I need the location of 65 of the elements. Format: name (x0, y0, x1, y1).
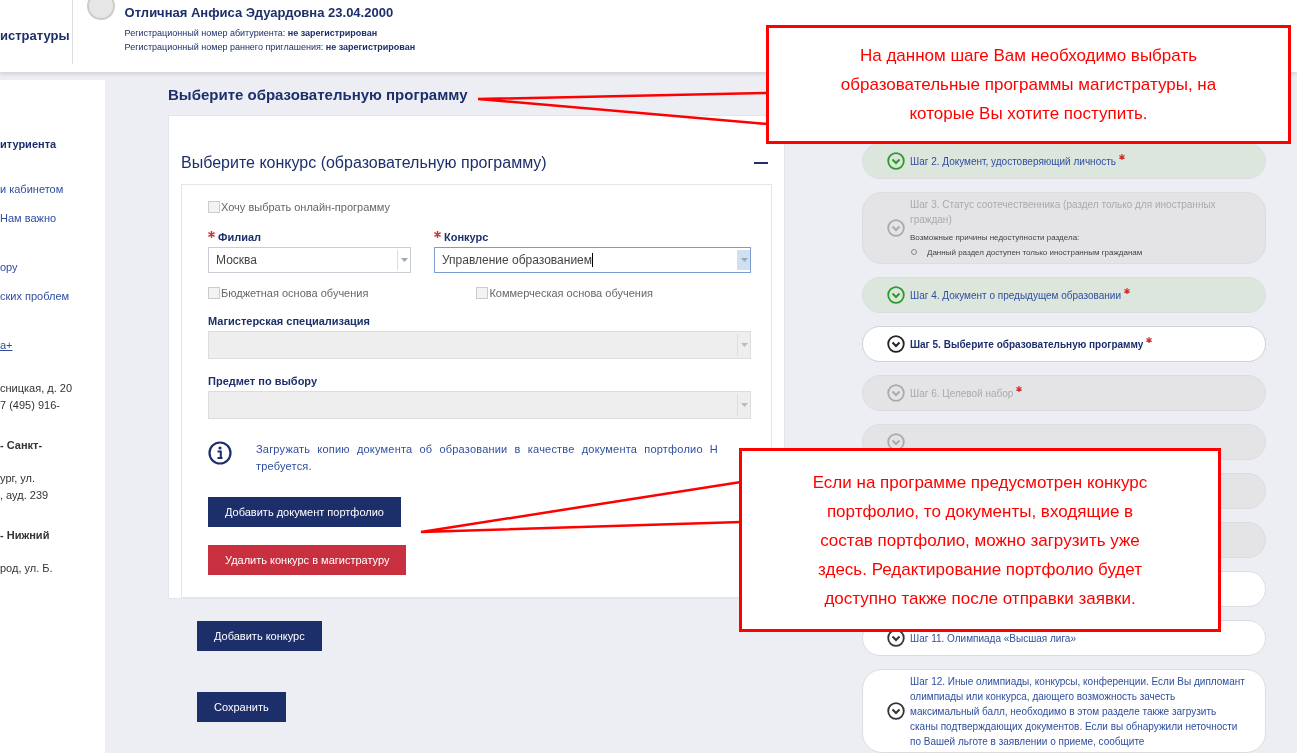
field-label: Филиал (218, 231, 261, 243)
step-label: Шаг 4. Документ о предыдущем образовании (910, 289, 1122, 301)
checkbox-label: Коммерческая основа обучения (489, 287, 653, 299)
dropdown-arrow-icon (400, 258, 408, 262)
checkbox[interactable] (208, 287, 220, 299)
field-label: Предмет по выбору (208, 375, 319, 387)
sidebar-text: , ауд. 239 (0, 492, 50, 499)
callout-tooltip: Если на программе предусмотрен конкурс портфолио, то документы, входящие в состав портфолио, можно загрузить уже здесь. Редактирование портфолио будет доступно также после отправки заявки. (739, 448, 1221, 632)
sidebar-link[interactable]: ских проблем (0, 287, 105, 306)
registration-line: Регистрационный номер раннего приглашения: не зарегистрирован (124, 41, 416, 54)
step-item[interactable] (862, 669, 1266, 753)
select-field[interactable] (208, 331, 751, 359)
checkbox-label: Бюджетная основа обучения (221, 287, 369, 299)
step-item[interactable]: Шаг 2. Документ, удостоверяющий личность (862, 143, 1266, 179)
checkbox[interactable] (208, 201, 220, 213)
step-label: Шаг 12. Иные олимпиады, конкурсы, конференции. Если Вы дипломант олимпиады или конкурса, дающего возможность зачесть максимальный балл, необходимо в этом разделе также загрузить сканы подтверждающих документов. Если вы обнаружили неточности по Вашей льготе в заявлении о приеме, сообщите (910, 675, 1245, 747)
chevron-circle-icon (887, 335, 905, 354)
chevron-circle-icon (887, 152, 905, 170)
field-label: Конкурс (444, 231, 489, 243)
chevron-circle-icon (887, 219, 905, 238)
info-text: Загружать копию документа об образовании в качестве документа портфолио Н требуется. (256, 442, 718, 474)
select-field[interactable]: Москва (208, 247, 411, 273)
step-note: Данный раздел доступен только иностранным гражданам (927, 246, 1143, 259)
sidebar-text: 7 (495) 916- (0, 402, 61, 409)
brand-title: истратуры (0, 28, 70, 43)
sidebar-text: - Нижний (0, 529, 51, 541)
sidebar-text: род, ул. Б. (0, 565, 54, 572)
sidebar-link[interactable]: и кабинетом (0, 180, 105, 199)
sidebar-link[interactable]: ору (0, 258, 105, 277)
applicant-name: Отличная Анфиса Эдуардовна 23.04.2000 (124, 5, 395, 20)
chevron-circle-icon (887, 629, 905, 648)
step-note: Возможные причины недоступности раздела: (910, 231, 1081, 244)
select-field[interactable] (208, 391, 751, 419)
step-label: Шаг 2. Документ, удостоверяющий личность (910, 155, 1116, 167)
sidebar-text: - Санкт- (0, 439, 44, 451)
step-label: Шаг 5. Выберите образовательную программу (910, 338, 1144, 350)
step-item[interactable]: Шаг 5. Выберите образовательную программу (862, 326, 1266, 363)
dropdown-arrow-icon (740, 343, 748, 347)
add-document-button[interactable]: Добавить документ портфолио (208, 497, 401, 527)
chevron-circle-icon (887, 702, 905, 721)
action-button[interactable]: Добавить конкурс (197, 621, 322, 651)
sidebar-link[interactable]: Нам важно (0, 209, 105, 228)
info-icon (208, 441, 232, 465)
callout-tooltip: На данном шаге Вам необходимо выбрать образовательные программы магистратуры, на которые Вы хотите поступить. (766, 25, 1291, 144)
step-label: Шаг 3. Статус соотечественника (раздел только для иностранных граждан) (910, 198, 1216, 225)
delete-button[interactable]: Удалить конкурс в магистратуру (208, 545, 407, 575)
avatar-icon (86, 0, 115, 20)
sidebar-text: итуриента (0, 138, 58, 150)
sidebar-link[interactable]: а+ (0, 336, 105, 355)
field-label: Магистерская специализация (208, 315, 371, 327)
sidebar-text: ург, ул. (0, 475, 36, 482)
checkbox-label: Хочу выбрать онлайн-программу (221, 201, 391, 213)
sidebar-text: сницкая, д. 20 (0, 385, 74, 392)
step-item[interactable]: Шаг 4. Документ о предыдущем образовании (862, 277, 1266, 314)
page-heading: Выберите образовательную программу (168, 86, 468, 103)
checkbox[interactable] (476, 287, 489, 299)
select-field[interactable]: Управление образованием (434, 247, 751, 273)
chevron-circle-icon (887, 286, 905, 305)
registration-line: Регистрационный номер абитуриента: не зарегистрирован (124, 27, 379, 40)
dropdown-arrow-icon (740, 403, 748, 407)
dropdown-arrow-icon (740, 258, 748, 262)
action-button[interactable]: Сохранить (197, 692, 286, 722)
chevron-circle-icon (887, 384, 905, 403)
step-label: Шаг 11. Олимпиада «Высшая лига» (910, 632, 1076, 644)
section-title: Выберите конкурс (образовательную программу) (181, 154, 547, 172)
